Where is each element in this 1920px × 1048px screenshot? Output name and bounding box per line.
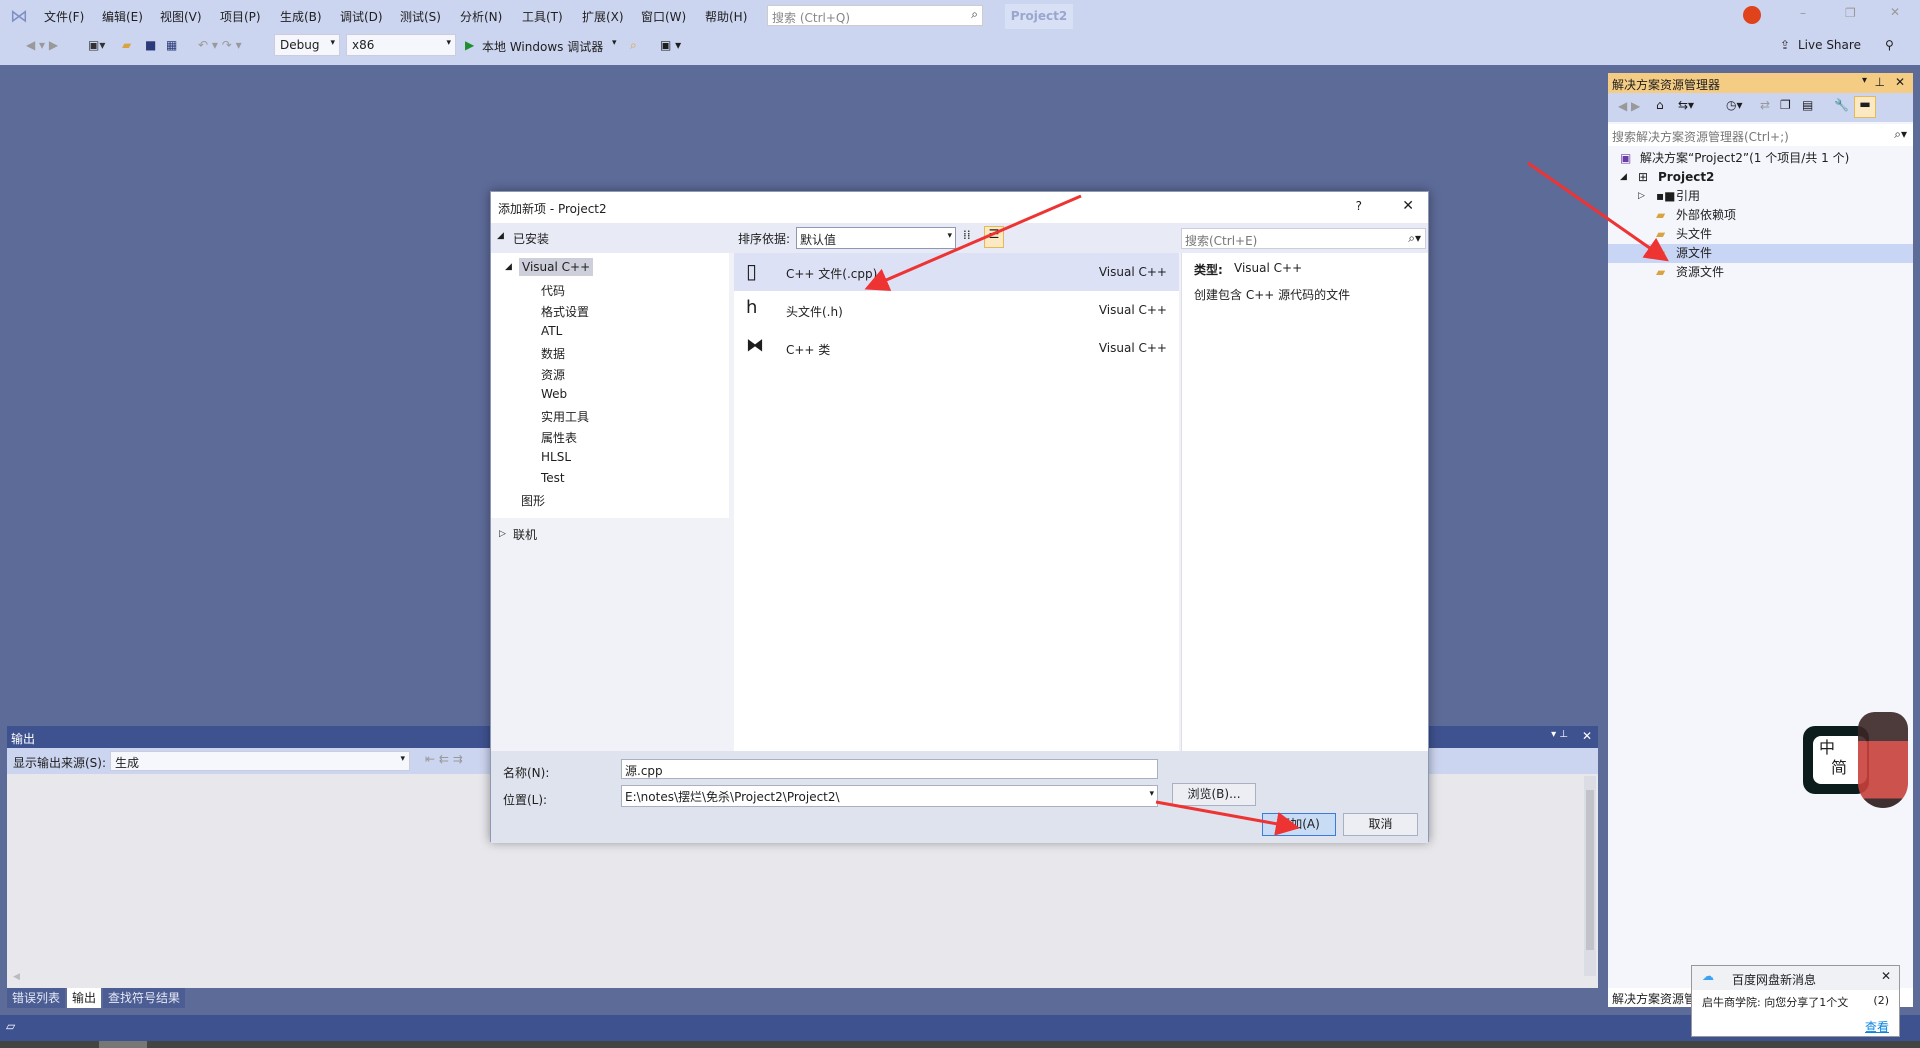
annotation-arrows (864, 161, 1669, 836)
arrow-to-source-files (1527, 161, 1669, 262)
arrow-to-cpp-item (864, 194, 1082, 291)
arrow-to-add-button (1155, 800, 1300, 836)
